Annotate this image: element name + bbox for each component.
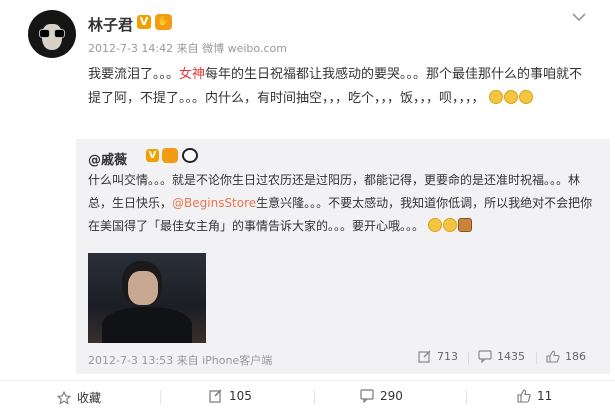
post-text-part1: 我要流泪了。。。 (88, 67, 180, 82)
repost-meta: 2012-7-3 13:53 来自 iPhone客户端 (88, 354, 273, 367)
photo-body (102, 307, 192, 343)
laughing-emoji-icon (518, 90, 533, 104)
post-text: 我要流泪了。。。女神每年的生日祝福都让我感动的要哭。。。那个最佳那什么的事咱就不… (88, 63, 588, 111)
member-badge-icon: ✋ (155, 14, 172, 30)
comment-button-count: 290 (380, 389, 403, 403)
action-bar: 收藏 105 290 11 (0, 380, 615, 413)
star-icon (57, 390, 71, 405)
comment-count: 1435 (497, 350, 525, 363)
post-text-highlight[interactable]: 女神 (179, 67, 205, 82)
repost-author[interactable]: @戚薇 (88, 149, 127, 168)
cake-emoji-icon (457, 218, 472, 232)
like-button-count: 11 (537, 389, 553, 403)
like-count: 186 (565, 350, 586, 363)
repost-button[interactable]: 105 (209, 389, 252, 403)
repost-button-count: 105 (229, 389, 252, 403)
thumbs-up-icon (546, 350, 560, 363)
comment-button[interactable]: 290 (360, 389, 403, 403)
repost-quote[interactable]: @戚薇 V 什么叫交情。。。就是不论你生日过农历还是过阳历，都能记得，更要命的是… (76, 139, 610, 374)
divider (314, 390, 315, 404)
divider (468, 352, 469, 364)
divider (466, 390, 467, 404)
repost-count: 713 (437, 350, 458, 363)
post-meta: 2012-7-3 14:42 来自 微博 weibo.com (88, 42, 287, 55)
repost-comment-count[interactable]: 1435 (468, 350, 525, 364)
laughing-emoji-icon (488, 90, 503, 104)
photo-face (128, 271, 158, 305)
thumbs-up-icon (517, 389, 531, 403)
verified-badge-icon: V (146, 149, 159, 162)
verified-badge-icon: V (137, 15, 151, 29)
mention-link[interactable]: @BeginsStore (172, 196, 256, 210)
like-button[interactable]: 11 (517, 389, 552, 403)
repost-repost-count[interactable]: 713 (418, 350, 458, 363)
edit-repost-icon (209, 389, 222, 403)
author-name[interactable]: 林子君 (88, 14, 133, 35)
repost-like-count[interactable]: 186 (536, 350, 586, 364)
member-badge-icon (162, 148, 178, 163)
favorite-label: 收藏 (77, 391, 102, 405)
laughing-emoji-icon (427, 218, 442, 232)
divider (160, 390, 161, 404)
divider (536, 352, 537, 364)
author-avatar[interactable] (28, 10, 76, 58)
laughing-emoji-icon (503, 90, 518, 104)
comment-icon (478, 350, 492, 363)
avatar-sunglasses (39, 29, 65, 38)
comment-icon (360, 389, 374, 403)
weibo-post-card: 林子君 V ✋ 2012-7-3 14:42 来自 微博 weibo.com 我… (0, 0, 615, 412)
panda-badge-icon (182, 148, 198, 163)
chevron-down-icon[interactable] (572, 12, 586, 22)
repost-text: 什么叫交情。。。就是不论你生日过农历还是过阳历，都能记得，更要命的是还准时祝福。… (88, 169, 598, 238)
laughing-emoji-icon (442, 218, 457, 232)
favorite-button[interactable]: 收藏 (57, 389, 101, 406)
repost-image[interactable] (88, 253, 206, 343)
edit-repost-icon (418, 350, 431, 363)
